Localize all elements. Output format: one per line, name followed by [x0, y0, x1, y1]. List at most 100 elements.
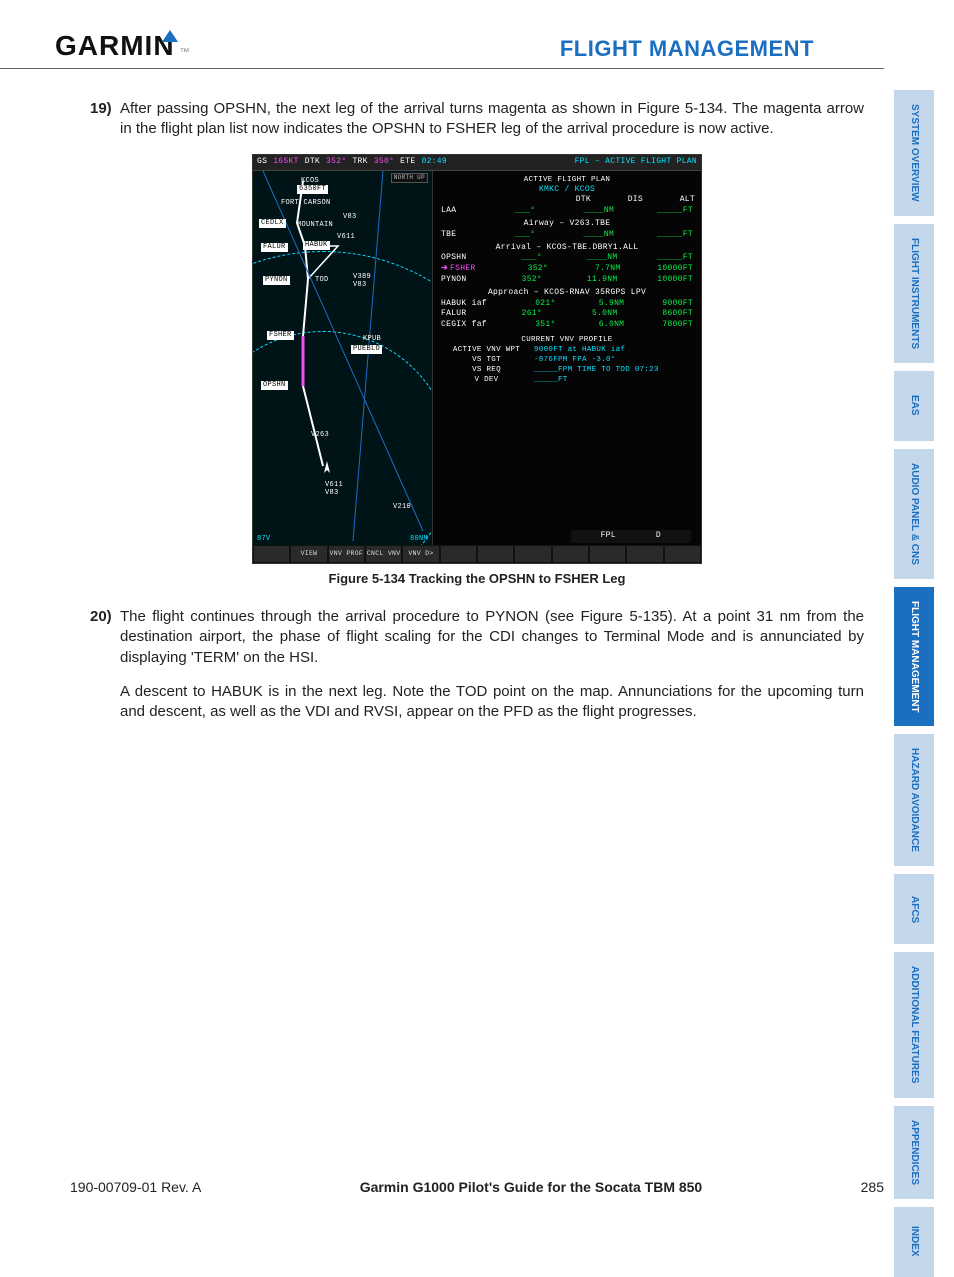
softkey-vnv-prof[interactable]: VNV PROF — [328, 545, 365, 563]
tab-flight-management[interactable]: FLIGHT MANAGEMENT — [894, 587, 934, 727]
map-label: FORT CARSON — [281, 199, 331, 208]
dtk-label: DTK — [305, 157, 320, 168]
map-label: MOUNTAIN — [297, 221, 333, 230]
flight-plan-panel: ACTIVE FLIGHT PLAN KMKC / KCOS DTK DIS A… — [433, 171, 701, 547]
softkey[interactable] — [477, 545, 514, 563]
figure-5-134: GS 165KT DTK 352° TRK 350° ETE 02:49 FPL… — [90, 154, 864, 588]
step-text: After passing OPSHN, the next leg of the… — [120, 99, 864, 140]
map-label: FSHER — [267, 331, 294, 340]
map-label: V83 — [353, 281, 367, 290]
tab-eas[interactable]: EAS — [894, 371, 934, 441]
tab-additional-features[interactable]: ADDITIONAL FEATURES — [894, 952, 934, 1097]
footer-docid: 190-00709-01 Rev. A — [70, 1179, 201, 1195]
gs-label: GS — [257, 157, 267, 168]
step-20: 20) The flight continues through the arr… — [90, 607, 864, 668]
figure-caption: Figure 5-134 Tracking the OPSHN to FSHER… — [90, 570, 864, 588]
mfd-top-bar: GS 165KT DTK 352° TRK 350° ETE 02:49 FPL… — [253, 155, 701, 171]
active-flight-plan-box: ACTIVE FLIGHT PLAN KMKC / KCOS DTK DIS A… — [439, 175, 695, 331]
flight-plan-row: FALUR261°5.0NM8600FT — [439, 309, 695, 320]
vnv-row: VS REQ_____FPM TIME TO TOD 07:23 — [439, 365, 695, 375]
ete-label: ETE — [400, 157, 415, 168]
mfd-screenshot: GS 165KT DTK 352° TRK 350° ETE 02:49 FPL… — [252, 154, 702, 564]
vnv-row: ACTIVE VNV WPT9000FT at HABUK iaf — [439, 345, 695, 355]
map-label: KPUB — [363, 335, 381, 344]
mfd-map: NORTH UP 87V — [253, 171, 433, 547]
map-label: V263 — [311, 431, 329, 440]
map-label: PYNON — [263, 276, 290, 285]
flight-plan-row: CEGIX faf351°6.0NM7800FT — [439, 320, 695, 331]
softkey[interactable] — [552, 545, 589, 563]
map-label: HABUK — [303, 241, 330, 250]
step-number: 20) — [90, 607, 120, 668]
map-label: V83 — [343, 213, 357, 222]
softkey[interactable] — [589, 545, 626, 563]
mfd-body: NORTH UP 87V — [253, 171, 701, 547]
softkey[interactable] — [440, 545, 477, 563]
flight-plan-row: LAA___°____NM_____FT — [439, 206, 695, 217]
dtk-value: 352° — [326, 157, 346, 168]
map-scale-label: 80NM — [410, 535, 428, 544]
page-indicator: FPL – ACTIVE FLIGHT PLAN — [575, 157, 697, 168]
vnv-title: CURRENT VNV PROFILE — [439, 335, 695, 345]
page-header: GARMIN ™ FLIGHT MANAGEMENT — [0, 0, 884, 69]
footer-page: 285 — [861, 1179, 884, 1195]
map-label: 6350FT — [297, 185, 328, 194]
trk-value: 350° — [374, 157, 394, 168]
softkey[interactable] — [514, 545, 551, 563]
vnv-row: VS TGT-876FPM FPA -3.0° — [439, 355, 695, 365]
col-alt: ALT — [653, 195, 695, 206]
tab-system-overview[interactable]: SYSTEM OVERVIEW — [894, 90, 934, 216]
softkey-view[interactable]: VIEW — [290, 545, 327, 563]
page-content: 19) After passing OPSHN, the next leg of… — [0, 69, 954, 742]
col-dtk: DTK — [549, 195, 591, 206]
flight-plan-row: ➔FSHER352°7.7NM10000FT — [439, 264, 695, 275]
status-strip: FPL D — [571, 530, 691, 543]
softkey[interactable] — [253, 545, 290, 563]
flight-plan-row: HABUK iaf021°5.9NM9000FT — [439, 299, 695, 310]
status-d: D — [656, 531, 661, 542]
tab-index[interactable]: INDEX — [894, 1207, 934, 1277]
map-label: V210 — [393, 503, 411, 512]
flight-plan-row: OPSHN___°____NM_____FT — [439, 253, 695, 264]
tab-hazard-avoidance[interactable]: HAZARD AVOIDANCE — [894, 734, 934, 866]
vnv-profile-box: CURRENT VNV PROFILE ACTIVE VNV WPT9000FT… — [439, 335, 695, 386]
map-label: V83 — [325, 489, 339, 498]
footer-title: Garmin G1000 Pilot's Guide for the Socat… — [360, 1179, 703, 1195]
gs-value: 165KT — [273, 157, 299, 168]
flight-plan-subheader: Arrival – KCOS-TBE.DBRY1.ALL — [439, 243, 695, 254]
logo-text: GARMIN — [55, 30, 175, 62]
section-tabs: SYSTEM OVERVIEW FLIGHT INSTRUMENTS EAS A… — [894, 90, 934, 1277]
flight-plan-subheader: Airway – V263.TBE — [439, 219, 695, 230]
map-label: PUEBLO — [351, 345, 382, 354]
softkey[interactable] — [664, 545, 701, 563]
trk-label: TRK — [352, 157, 367, 168]
logo-triangle-icon — [162, 30, 178, 42]
step-text: The flight continues through the arrival… — [120, 607, 864, 668]
flight-plan-row: PYNON352°11.9NM10000FT — [439, 275, 695, 286]
map-label: CEDLX — [259, 219, 286, 228]
step-19: 19) After passing OPSHN, the next leg of… — [90, 99, 864, 140]
softkey-cncl-vnv[interactable]: CNCL VNV — [365, 545, 402, 563]
section-title: FLIGHT MANAGEMENT — [560, 36, 814, 62]
softkey[interactable] — [626, 545, 663, 563]
map-label: FALUR — [261, 243, 288, 252]
map-label: V611 — [337, 233, 355, 242]
tab-audio-panel-cns[interactable]: AUDIO PANEL & CNS — [894, 449, 934, 579]
vnv-rows: ACTIVE VNV WPT9000FT at HABUK iafVS TGT-… — [439, 345, 695, 386]
route-id: KMKC / KCOS — [439, 185, 695, 196]
softkey-vnv-d[interactable]: VNV D> — [402, 545, 439, 563]
aircraft-icon — [318, 461, 336, 479]
garmin-logo: GARMIN ™ — [55, 30, 190, 62]
tab-afcs[interactable]: AFCS — [894, 874, 934, 944]
column-headers: DTK DIS ALT — [439, 195, 695, 206]
col-dis: DIS — [601, 195, 643, 206]
ete-value: 02:49 — [421, 157, 447, 168]
map-label: OPSHN — [261, 381, 288, 390]
map-cdi-label: 87V — [257, 535, 271, 544]
step-number: 19) — [90, 99, 120, 140]
vnv-row: V DEV_____FT — [439, 375, 695, 385]
tab-flight-instruments[interactable]: FLIGHT INSTRUMENTS — [894, 224, 934, 363]
logo-trademark: ™ — [180, 47, 190, 58]
mfd-softkeys: VIEW VNV PROF CNCL VNV VNV D> — [253, 545, 701, 563]
flight-plan-subheader: Approach – KCOS-RNAV 35RGPS LPV — [439, 288, 695, 299]
